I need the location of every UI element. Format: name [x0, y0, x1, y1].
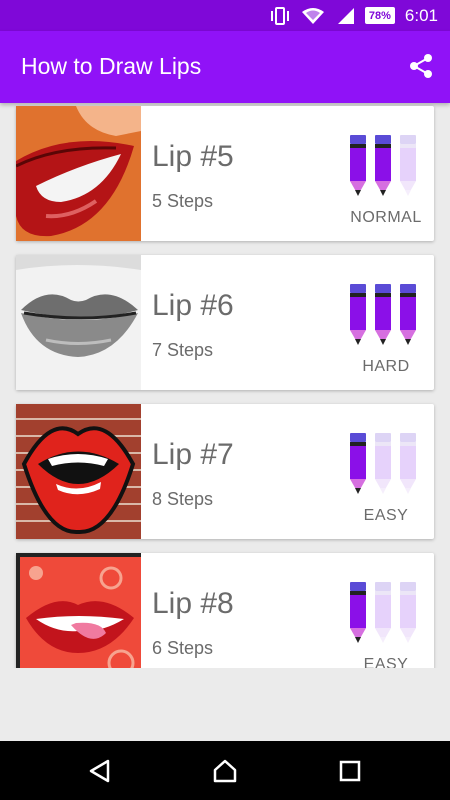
- lesson-thumbnail: [16, 404, 141, 539]
- difficulty-label: HARD: [362, 358, 410, 375]
- lesson-steps: 6 Steps: [152, 638, 214, 658]
- battery-icon: 78%: [364, 7, 395, 24]
- difficulty-pencils: [350, 433, 422, 495]
- difficulty-label: EASY: [363, 656, 409, 668]
- pencil-inactive-icon: [375, 433, 391, 494]
- lesson-title: Lip #7: [152, 438, 234, 471]
- status-bar: 78% 6:01: [0, 0, 450, 31]
- lesson-list[interactable]: Lip #5 5 Steps NORMAL Lip #6 7 Steps HAR…: [0, 103, 450, 668]
- lesson-card[interactable]: Lip #5 5 Steps NORMAL: [16, 106, 434, 241]
- app-bar: How to Draw Lips: [0, 31, 450, 103]
- pencil-active-icon: [350, 582, 366, 643]
- status-icons: 78% 6:01: [269, 0, 438, 31]
- pencil-active-icon: [400, 284, 416, 345]
- lesson-steps: 5 Steps: [152, 191, 214, 211]
- lesson-steps: 7 Steps: [152, 340, 214, 360]
- pencil-inactive-icon: [375, 582, 391, 643]
- pencil-inactive-icon: [400, 433, 416, 494]
- lesson-title: Lip #8: [152, 587, 234, 620]
- home-button[interactable]: [211, 757, 239, 785]
- lesson-thumbnail: [16, 553, 141, 668]
- lesson-title: Lip #5: [152, 140, 234, 173]
- pencil-active-icon: [350, 135, 366, 196]
- lesson-steps: 8 Steps: [152, 489, 214, 509]
- difficulty-pencils: [350, 582, 422, 644]
- pencil-active-icon: [375, 135, 391, 196]
- signal-icon: [337, 7, 354, 24]
- pencil-active-icon: [350, 284, 366, 345]
- pencil-inactive-icon: [400, 135, 416, 196]
- lesson-card[interactable]: Lip #7 8 Steps EASY: [16, 404, 434, 539]
- lesson-card[interactable]: Lip #6 7 Steps HARD: [16, 255, 434, 390]
- recents-icon: [339, 760, 361, 782]
- back-button[interactable]: [86, 757, 114, 785]
- pencil-active-icon: [350, 433, 366, 494]
- clock: 6:01: [404, 5, 438, 25]
- pencil-inactive-icon: [400, 582, 416, 643]
- share-icon: [410, 54, 432, 78]
- lesson-card[interactable]: Lip #8 6 Steps EASY: [16, 553, 434, 668]
- lesson-thumbnail: [16, 255, 141, 390]
- recents-button[interactable]: [336, 757, 364, 785]
- lesson-title: Lip #6: [152, 289, 234, 322]
- lesson-thumbnail: [16, 106, 141, 241]
- wifi-icon: [301, 7, 324, 24]
- vibrate-icon: [270, 6, 289, 25]
- home-icon: [213, 759, 237, 783]
- navigation-bar: [0, 741, 450, 800]
- difficulty-label: NORMAL: [350, 209, 422, 226]
- pencil-active-icon: [375, 284, 391, 345]
- difficulty-pencils: [350, 284, 422, 346]
- share-button[interactable]: [408, 53, 434, 79]
- app-title: How to Draw Lips: [21, 53, 202, 79]
- difficulty-pencils: [350, 135, 422, 197]
- battery-percent: 78%: [368, 9, 391, 22]
- back-icon: [89, 759, 110, 783]
- difficulty-label: EASY: [363, 507, 409, 524]
